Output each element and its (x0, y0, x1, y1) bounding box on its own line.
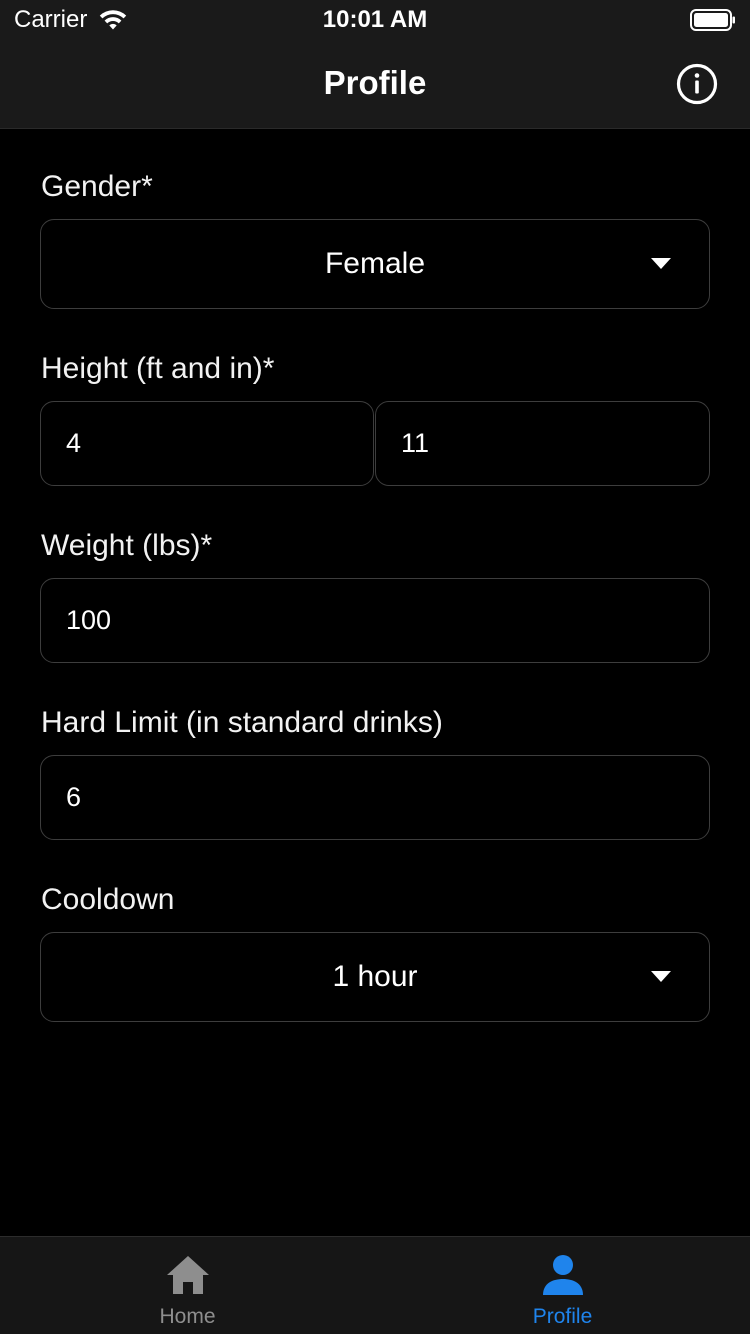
height-inches-input[interactable]: 11 (375, 401, 710, 486)
cooldown-select[interactable]: 1 hour (40, 932, 710, 1022)
tab-profile[interactable]: Profile (375, 1237, 750, 1334)
cooldown-label: Cooldown (41, 883, 175, 916)
gender-value: Female (324, 247, 426, 280)
person-icon (542, 1255, 583, 1295)
home-icon (166, 1256, 209, 1294)
info-icon[interactable] (676, 63, 718, 105)
weight-value: 100 (66, 605, 112, 635)
gender-select[interactable]: Female (40, 219, 710, 309)
dropdown-caret-icon (651, 971, 671, 982)
tab-profile-label: Profile (532, 1305, 593, 1328)
weight-label: Weight (lbs)* (41, 529, 213, 562)
page-title: Profile (323, 64, 427, 101)
profile-screen: Carrier 10:01 AM Profile Gender* Female (0, 0, 750, 1334)
cooldown-value: 1 hour (332, 960, 418, 993)
hard-limit-input[interactable]: 6 (40, 755, 710, 840)
height-feet-input[interactable]: 4 (40, 401, 374, 486)
tab-bar: Home Profile (0, 1236, 750, 1334)
dropdown-caret-icon (651, 258, 671, 269)
status-time: 10:01 AM (322, 6, 428, 33)
hard-limit-value: 6 (66, 782, 82, 812)
status-bar: Carrier 10:01 AM (0, 0, 750, 40)
height-feet-value: 4 (66, 428, 82, 458)
navigation-bar: Profile (0, 40, 750, 129)
hard-limit-label: Hard Limit (in standard drinks) (41, 706, 443, 739)
height-label: Height (ft and in)* (41, 352, 275, 385)
tab-home[interactable]: Home (0, 1237, 375, 1334)
weight-input[interactable]: 100 (40, 578, 710, 663)
height-inches-value: 11 (401, 428, 430, 458)
battery-icon (690, 9, 735, 31)
gender-label: Gender* (41, 170, 153, 203)
tab-home-label: Home (159, 1305, 216, 1328)
